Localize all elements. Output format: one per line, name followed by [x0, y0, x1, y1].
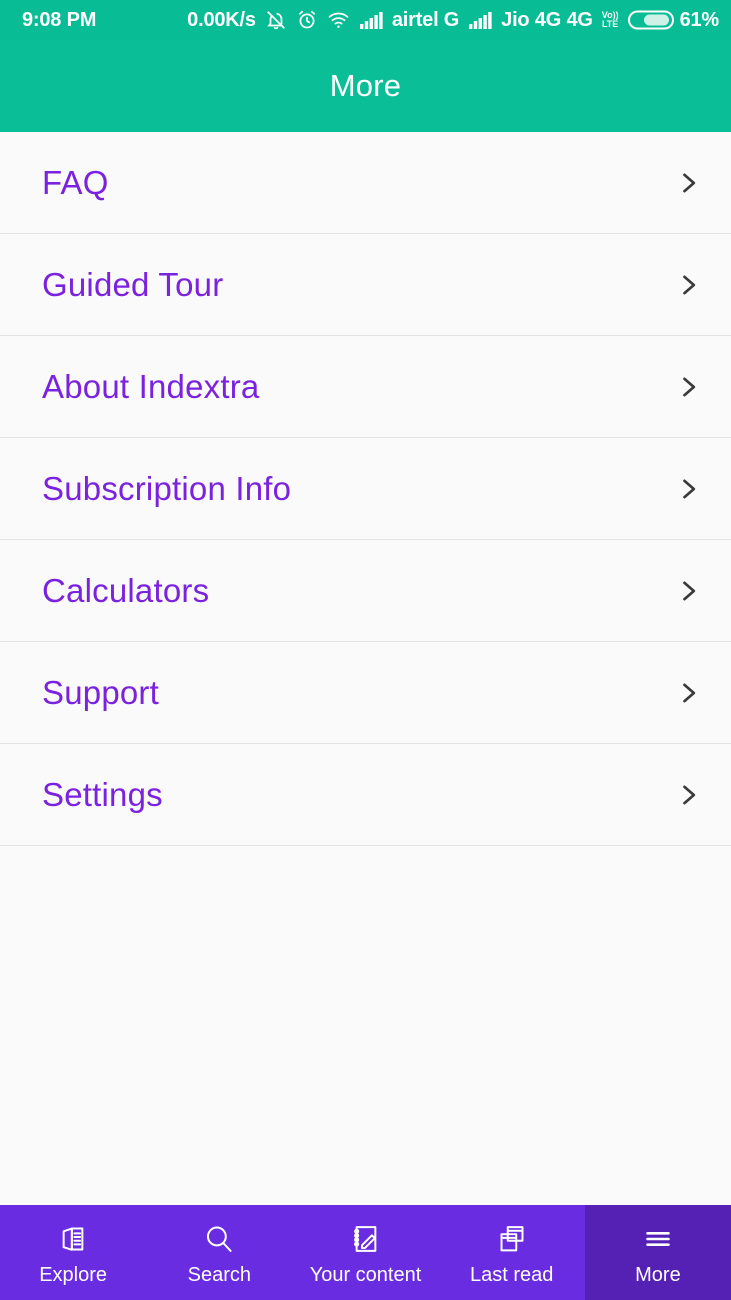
signal-bars-icon-sim2 [468, 10, 492, 30]
menu-item-subscription-info[interactable]: Subscription Info [0, 438, 731, 540]
menu-item-about-indextra[interactable]: About Indextra [0, 336, 731, 438]
phone-screen: 9:08 PM 0.00K/s airtel G Jio 4G 4G Vo)) … [0, 0, 731, 1300]
menu-item-calculators[interactable]: Calculators [0, 540, 731, 642]
nav-item-label: More [635, 1264, 681, 1286]
status-icon-group: 0.00K/s airtel G Jio 4G 4G Vo)) LTE 61% [187, 9, 719, 32]
chevron-right-icon[interactable] [671, 268, 705, 302]
volte-icon: Vo)) LTE [602, 11, 619, 29]
menu-item-label: About Indextra [42, 368, 260, 405]
empty-content-area [0, 846, 731, 1205]
nav-item-your-content[interactable]: Your content [292, 1205, 438, 1300]
chevron-right-icon[interactable] [671, 370, 705, 404]
chevron-right-icon[interactable] [671, 166, 705, 200]
bottom-navigation-bar: Explore Search Your content Last read Mo… [0, 1205, 731, 1300]
nav-item-explore[interactable]: Explore [0, 1205, 146, 1300]
network-rate-label: 0.00K/s [187, 8, 256, 31]
battery-icon [627, 9, 674, 31]
menu-item-label: Settings [42, 776, 163, 813]
battery-status: 61% [627, 8, 720, 32]
chevron-right-icon[interactable] [671, 778, 705, 812]
wifi-icon [327, 9, 350, 31]
app-bar: More [0, 40, 731, 132]
hamburger-menu-icon [641, 1220, 675, 1256]
nav-item-label: Search [187, 1264, 251, 1286]
menu-item-support[interactable]: Support [0, 642, 731, 744]
nav-item-label: Last read [470, 1264, 554, 1286]
nav-item-search[interactable]: Search [146, 1205, 292, 1300]
chevron-right-icon[interactable] [671, 472, 705, 506]
notebook-pencil-icon [349, 1220, 383, 1256]
menu-item-label: Calculators [42, 572, 210, 609]
chevron-right-icon[interactable] [671, 574, 705, 608]
search-icon [202, 1220, 236, 1256]
more-menu-list: FAQ Guided Tour About Indextra Subscript… [0, 132, 731, 846]
book-open-icon [56, 1220, 90, 1256]
menu-item-faq[interactable]: FAQ [0, 132, 731, 234]
carrier-label-sim1: airtel G [391, 8, 460, 31]
menu-item-label: Support [42, 674, 159, 711]
menu-item-label: Guided Tour [42, 266, 224, 303]
status-bar: 9:08 PM 0.00K/s airtel G Jio 4G 4G Vo)) … [0, 0, 731, 40]
nav-item-label: Your content [309, 1264, 422, 1286]
menu-item-label: FAQ [42, 164, 109, 201]
status-clock: 9:08 PM [22, 8, 97, 31]
volte-line-2: LTE [601, 19, 619, 29]
nav-item-label: Explore [39, 1264, 107, 1286]
carrier-label-sim2: Jio 4G 4G [501, 8, 593, 31]
alarm-clock-icon [296, 9, 318, 31]
menu-item-settings[interactable]: Settings [0, 744, 731, 846]
page-title: More [329, 68, 402, 103]
chevron-right-icon[interactable] [671, 676, 705, 710]
battery-percent-label: 61% [679, 8, 720, 31]
bell-mute-icon [265, 9, 287, 31]
signal-bars-icon-sim1 [359, 10, 383, 30]
nav-item-last-read[interactable]: Last read [439, 1205, 585, 1300]
menu-item-guided-tour[interactable]: Guided Tour [0, 234, 731, 336]
windows-stack-icon [495, 1220, 529, 1256]
nav-item-more[interactable]: More [584, 1205, 731, 1300]
menu-item-label: Subscription Info [42, 470, 292, 507]
